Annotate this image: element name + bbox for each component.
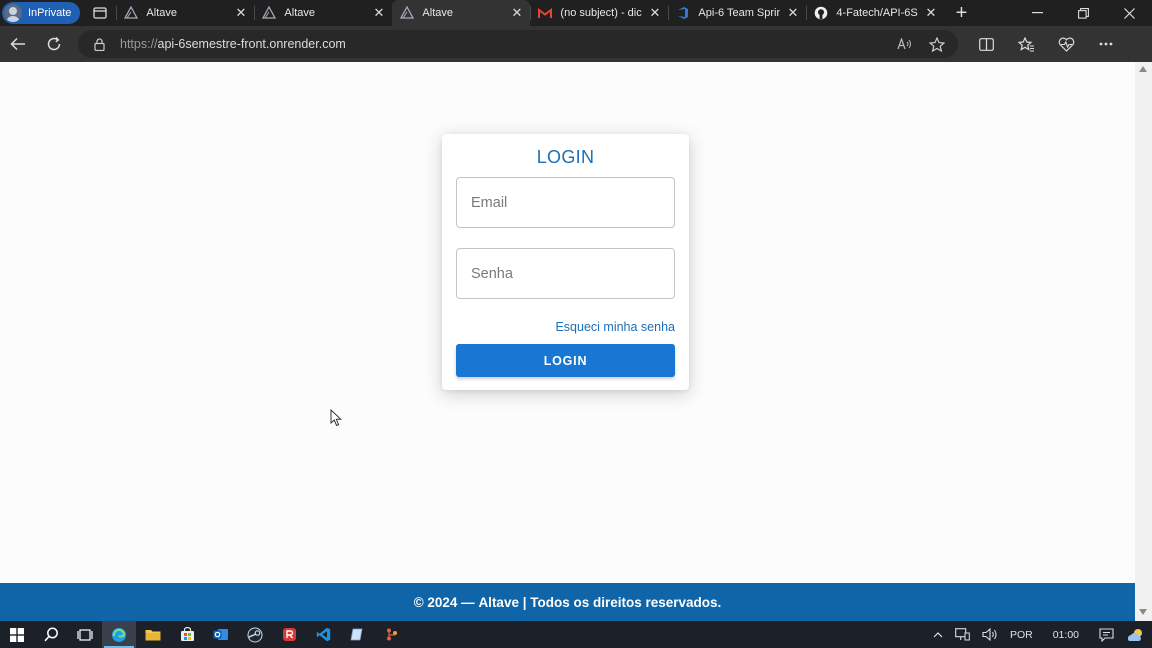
browser-tab-azure-devops[interactable]: Api-6 Team Sprin ✕ [668, 0, 806, 26]
system-clock[interactable]: 01:00 [1039, 629, 1093, 641]
tab-title: (no subject) - dic [560, 7, 642, 19]
gmail-icon [538, 6, 553, 20]
altave-favicon-icon [400, 6, 415, 20]
password-field[interactable] [456, 248, 675, 299]
browser-essentials-icon[interactable] [1046, 37, 1086, 52]
network-icon[interactable] [949, 628, 976, 641]
tab-close-icon[interactable]: ✕ [650, 5, 661, 21]
steam-icon [247, 627, 263, 642]
read-aloud-icon[interactable] [894, 38, 916, 50]
altave-favicon-icon [124, 6, 139, 20]
red-app-icon [282, 628, 296, 641]
folder-icon [145, 630, 161, 641]
taskbar-red-app[interactable] [272, 621, 306, 648]
password-input[interactable] [471, 265, 674, 282]
vscode-icon [316, 627, 330, 642]
taskbar-git-app[interactable] [374, 621, 408, 648]
volume-icon[interactable] [976, 628, 1004, 641]
tab-close-icon[interactable]: ✕ [788, 5, 799, 21]
forgot-password-link[interactable]: Esqueci minha senha [555, 320, 675, 334]
inprivate-profile-button[interactable]: InPrivate [2, 2, 81, 24]
more-options-icon[interactable] [1086, 37, 1126, 52]
taskbar-notes-app[interactable] [340, 621, 374, 648]
taskbar-steam[interactable] [238, 621, 272, 648]
refresh-icon [47, 36, 61, 51]
taskbar-vscode[interactable] [306, 621, 340, 648]
favorite-star-icon[interactable] [926, 36, 948, 52]
new-tab-button[interactable]: + [944, 0, 978, 26]
email-field[interactable] [456, 177, 675, 228]
system-tray: POR 01:00 [927, 621, 1152, 648]
tab-title: 4-Fatech/API-6S [836, 7, 918, 19]
browser-tab-github[interactable]: 4-Fatech/API-6S ✕ [806, 0, 944, 26]
azure-devops-icon [676, 6, 690, 20]
refresh-button[interactable] [36, 28, 72, 60]
search-icon [43, 627, 58, 642]
tab-title: Api-6 Team Sprin [698, 7, 780, 19]
page-viewport: LOGIN Esqueci minha senha LOGIN © 2024 —… [0, 62, 1152, 621]
altave-favicon-icon [262, 6, 277, 20]
close-window-icon[interactable] [1106, 0, 1152, 26]
taskbar-outlook[interactable] [204, 621, 238, 648]
url-host: api-6semestre-front.onrender.com [157, 37, 346, 51]
page-footer: © 2024 — Altave | Todos os direitos rese… [0, 583, 1135, 621]
footer-brand: Altave | Todos os direitos reservados. [478, 594, 722, 610]
task-view-button[interactable] [68, 621, 102, 648]
tab-title: Altave [146, 7, 177, 19]
browser-tab-gmail[interactable]: (no subject) - dic ✕ [530, 0, 668, 26]
tab-close-icon[interactable]: ✕ [512, 5, 523, 21]
show-hidden-icons-icon[interactable] [927, 631, 949, 638]
arrow-left-icon [10, 37, 25, 51]
weather-widget-icon[interactable] [1120, 627, 1152, 643]
restore-icon[interactable] [1060, 0, 1106, 26]
browser-tab-strip: InPrivate Altave ✕ Altave ✕ Altave ✕ (no… [0, 0, 1152, 26]
login-button[interactable]: LOGIN [456, 344, 675, 377]
inprivate-label: InPrivate [28, 7, 72, 19]
notes-icon [350, 628, 362, 641]
profile-avatar-icon [4, 4, 22, 22]
windows-taskbar: POR 01:00 [0, 621, 1152, 648]
lock-icon[interactable] [88, 37, 110, 51]
back-button[interactable] [0, 28, 36, 60]
tab-close-icon[interactable]: ✕ [374, 5, 385, 21]
input-language[interactable]: POR [1004, 629, 1039, 641]
store-icon [180, 627, 194, 641]
scroll-down-arrow-icon[interactable] [1139, 609, 1147, 615]
page-scrollbar[interactable] [1135, 62, 1152, 621]
email-input[interactable] [471, 194, 674, 211]
browser-tab-altave-2[interactable]: Altave ✕ [254, 0, 392, 26]
scroll-up-arrow-icon[interactable] [1139, 66, 1147, 72]
mouse-cursor-icon [330, 409, 343, 427]
browser-tab-altave-1[interactable]: Altave ✕ [116, 0, 254, 26]
address-bar[interactable]: https://api-6semestre-front.onrender.com [78, 30, 958, 58]
login-card: LOGIN Esqueci minha senha LOGIN [442, 134, 689, 390]
search-button[interactable] [34, 621, 68, 648]
tab-close-icon[interactable]: ✕ [236, 5, 247, 21]
outlook-icon [213, 629, 228, 640]
git-app-icon [386, 628, 397, 641]
github-icon [814, 6, 828, 20]
notifications-icon[interactable] [1093, 627, 1120, 642]
tab-close-icon[interactable]: ✕ [926, 5, 937, 21]
start-button[interactable] [0, 621, 34, 648]
browser-tab-altave-active[interactable]: Altave ✕ [392, 0, 531, 26]
tab-title: Altave [284, 7, 315, 19]
task-view-icon [77, 628, 93, 641]
minimize-icon[interactable] [1014, 0, 1060, 26]
login-title: LOGIN [536, 147, 595, 167]
tab-actions-icon [93, 7, 108, 19]
tab-title: Altave [422, 7, 453, 19]
favorites-icon[interactable] [1006, 36, 1046, 52]
footer-copyright: © 2024 — [413, 594, 475, 610]
url-text[interactable]: https://api-6semestre-front.onrender.com [120, 37, 884, 51]
taskbar-file-explorer[interactable] [136, 621, 170, 648]
split-screen-icon[interactable] [966, 37, 1006, 52]
edge-icon [112, 627, 126, 642]
browser-toolbar: https://api-6semestre-front.onrender.com [0, 26, 1152, 62]
url-protocol: https:// [120, 37, 158, 51]
taskbar-store[interactable] [170, 621, 204, 648]
windows-logo-icon [10, 627, 24, 642]
tab-actions-button[interactable] [84, 0, 116, 26]
taskbar-edge[interactable] [102, 621, 136, 648]
